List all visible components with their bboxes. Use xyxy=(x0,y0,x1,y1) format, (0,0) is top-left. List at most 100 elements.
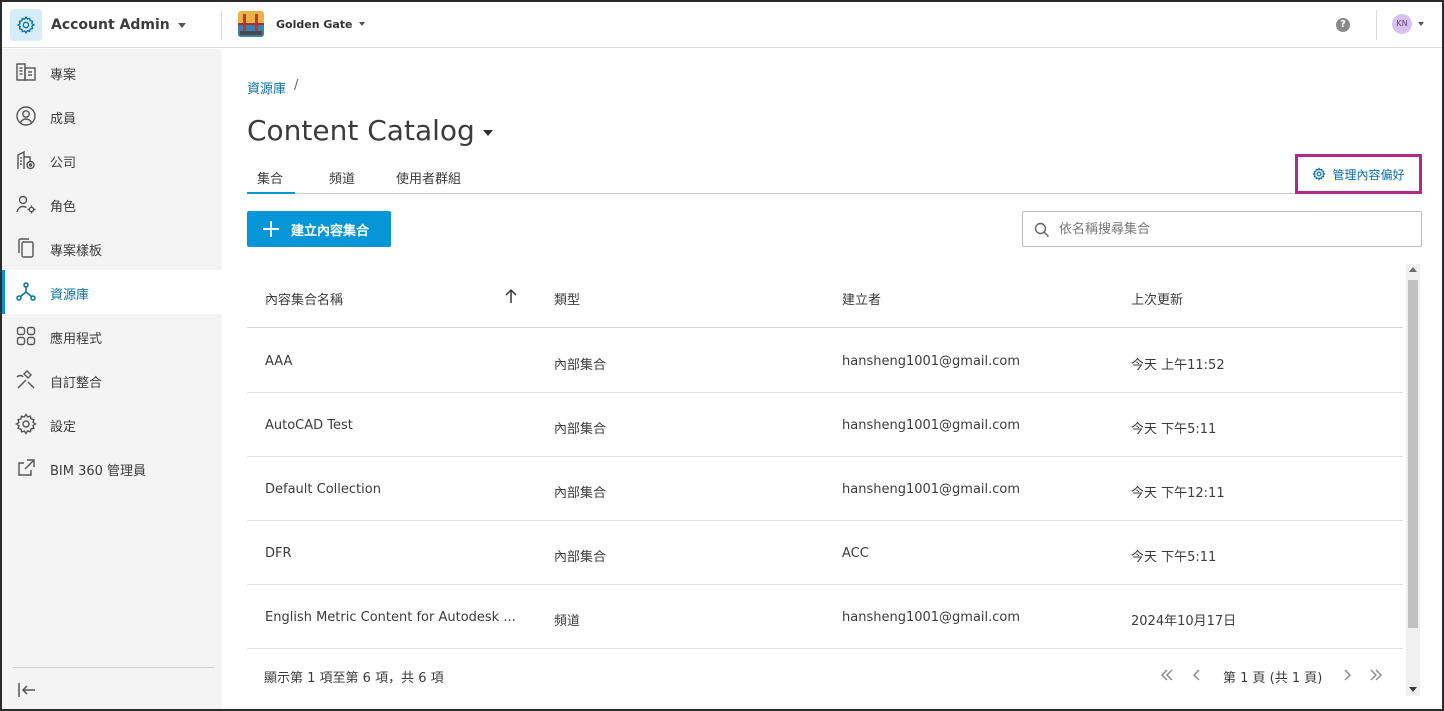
sidebar-item-custom-integrations[interactable]: 自訂整合 xyxy=(2,358,222,402)
page-title: Content Catalog xyxy=(247,114,475,147)
pagination: 顯示第 1 項至第 6 項，共 6 項 第 1 頁 (共 1 頁) xyxy=(247,654,1403,698)
table-header: 內容集合名稱 類型 建立者 上次更新 xyxy=(247,264,1403,328)
cell-updated: 今天 下午5:11 xyxy=(1131,422,1217,437)
collapse-left-icon[interactable] xyxy=(16,679,38,701)
table-scrollbar[interactable] xyxy=(1406,264,1420,696)
previous-page-icon[interactable] xyxy=(1188,666,1206,684)
table-row[interactable]: AutoCAD Test 內部集合 hansheng1001@gmail.com… xyxy=(247,393,1403,457)
sidebar-item-label: 應用程式 xyxy=(50,332,103,347)
sidebar-item-bim360-admin[interactable]: BIM 360 管理員 xyxy=(2,446,222,490)
cell-creator: hansheng1001@gmail.com xyxy=(842,482,1021,497)
first-page-icon[interactable] xyxy=(1158,666,1176,684)
next-page-icon[interactable] xyxy=(1338,666,1356,684)
cell-name: Default Collection xyxy=(265,482,381,497)
divider xyxy=(12,667,214,668)
cell-type: 內部集合 xyxy=(554,422,607,437)
gear-icon xyxy=(15,413,37,435)
table-row[interactable]: DFR 內部集合 ACC 今天 下午5:11 xyxy=(247,521,1403,585)
create-collection-label: 建立內容集合 xyxy=(291,223,370,239)
table-row[interactable]: Default Collection 內部集合 hansheng1001@gma… xyxy=(247,457,1403,521)
sidebar-item-apps[interactable]: 應用程式 xyxy=(2,314,222,358)
tab-collections[interactable]: 集合 xyxy=(247,168,295,194)
sidebar-item-label: BIM 360 管理員 xyxy=(50,464,147,479)
app-window: Account Admin Golden Gate ? KN 專案 成員 公司 … xyxy=(0,0,1444,711)
sidebar-item-label: 資源庫 xyxy=(50,288,90,303)
search-icon xyxy=(1034,222,1049,237)
cell-type: 頻道 xyxy=(554,614,581,629)
sidebar-item-library[interactable]: 資源庫 xyxy=(2,270,222,314)
sidebar-item-label: 公司 xyxy=(50,156,77,171)
cell-type: 內部集合 xyxy=(554,486,607,501)
breadcrumb-link-library[interactable]: 資源庫 xyxy=(247,78,286,97)
help-icon[interactable]: ? xyxy=(1336,18,1350,32)
gear-icon xyxy=(1312,167,1327,181)
app-title: Account Admin xyxy=(51,17,170,33)
table-row[interactable]: AAA 內部集合 hansheng1001@gmail.com 今天 上午11:… xyxy=(247,329,1403,393)
cell-updated: 今天 上午11:52 xyxy=(1131,358,1225,373)
page-title-dropdown[interactable]: Content Catalog xyxy=(247,114,493,147)
company-icon xyxy=(17,150,35,170)
scroll-down-icon[interactable] xyxy=(1409,687,1417,692)
user-gear-icon xyxy=(16,195,36,214)
column-header-type[interactable]: 類型 xyxy=(554,289,580,308)
breadcrumb: 資源庫 / xyxy=(247,78,298,97)
chevron-down-icon xyxy=(177,22,186,28)
cell-creator: ACC xyxy=(842,546,869,561)
plus-icon xyxy=(263,221,279,237)
app-switcher[interactable]: Account Admin xyxy=(10,8,186,42)
sort-ascending-icon[interactable] xyxy=(504,288,518,304)
table-row[interactable]: English Metric Content for Autodesk ... … xyxy=(247,585,1403,649)
cell-creator: hansheng1001@gmail.com xyxy=(842,354,1021,369)
sidebar-item-settings[interactable]: 設定 xyxy=(2,402,222,446)
user-circle-icon xyxy=(16,106,36,126)
pagination-info: 顯示第 1 項至第 6 項，共 6 項 xyxy=(264,671,444,686)
cell-name: AutoCAD Test xyxy=(265,418,353,433)
sidebar-item-label: 自訂整合 xyxy=(50,376,103,391)
cell-type: 內部集合 xyxy=(554,550,607,565)
sidebar-item-members[interactable]: 成員 xyxy=(2,94,222,138)
chevron-down-icon xyxy=(1418,22,1424,26)
page-indicator: 第 1 頁 (共 1 頁) xyxy=(1223,671,1323,686)
tab-user-groups[interactable]: 使用者群組 xyxy=(396,168,461,194)
tab-label: 集合 xyxy=(257,172,284,187)
scroll-up-icon[interactable] xyxy=(1409,267,1417,272)
tab-channels[interactable]: 頻道 xyxy=(329,168,355,194)
sidebar-item-companies[interactable]: 公司 xyxy=(2,138,222,182)
cell-name: English Metric Content for Autodesk ... xyxy=(265,610,516,625)
scrollbar-thumb[interactable] xyxy=(1408,280,1418,628)
copy-icon xyxy=(18,238,34,258)
breadcrumb-separator: / xyxy=(294,78,299,93)
sidebar-item-projects[interactable]: 專案 xyxy=(2,50,222,94)
cell-updated: 2024年10月17日 xyxy=(1131,614,1237,629)
sidebar-item-project-templates[interactable]: 專案樣板 xyxy=(2,226,222,270)
cell-updated: 今天 下午12:11 xyxy=(1131,486,1225,501)
project-thumbnail xyxy=(238,11,264,37)
create-collection-button[interactable]: 建立內容集合 xyxy=(247,211,391,247)
gear-icon xyxy=(10,9,42,41)
sidebar-item-roles[interactable]: 角色 xyxy=(2,182,222,226)
sidebar-item-label: 專案樣板 xyxy=(50,244,103,259)
cell-updated: 今天 下午5:11 xyxy=(1131,550,1217,565)
last-page-icon[interactable] xyxy=(1367,666,1385,684)
project-name: Golden Gate xyxy=(276,17,353,31)
manage-content-preferences-button[interactable]: 管理內容偏好 xyxy=(1295,154,1422,194)
cell-name: DFR xyxy=(265,546,292,561)
cell-name: AAA xyxy=(265,354,293,369)
cell-creator: hansheng1001@gmail.com xyxy=(842,418,1021,433)
tools-icon xyxy=(16,370,35,389)
external-link-icon xyxy=(18,459,35,476)
building-icon xyxy=(16,63,36,81)
divider xyxy=(221,10,222,40)
sidebar-item-label: 設定 xyxy=(50,420,77,435)
column-header-name[interactable]: 內容集合名稱 xyxy=(265,289,343,308)
divider xyxy=(1376,10,1377,40)
search-input[interactable] xyxy=(1059,218,1409,240)
tab-bar: 集合 頻道 使用者群組 xyxy=(247,162,1422,194)
column-header-updated[interactable]: 上次更新 xyxy=(1131,289,1183,308)
hub-icon xyxy=(16,282,36,301)
cell-creator: hansheng1001@gmail.com xyxy=(842,610,1021,625)
project-switcher[interactable]: Golden Gate xyxy=(238,10,365,38)
user-menu[interactable]: KN xyxy=(1392,14,1424,34)
column-header-creator[interactable]: 建立者 xyxy=(842,289,881,308)
apps-grid-icon xyxy=(16,326,36,346)
